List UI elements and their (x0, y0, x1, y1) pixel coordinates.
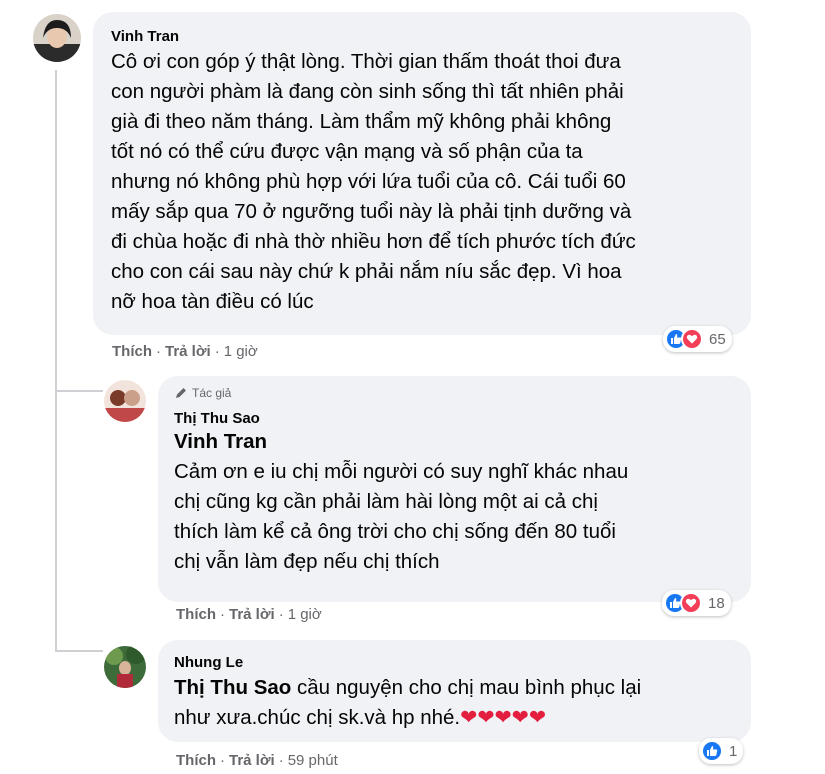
comment-line: con người phàm là đang còn sinh sống thì… (111, 80, 624, 103)
separator: · (278, 752, 284, 769)
avatar[interactable] (104, 646, 146, 688)
comment-line: mấy sắp qua 70 ở ngưỡng tuổi này là phải… (111, 200, 632, 223)
separator: · (220, 752, 225, 769)
comment-timestamp[interactable]: 59 phút (288, 752, 338, 769)
separator: · (278, 606, 284, 623)
comment-line-text: như xưa.chúc chị sk.và hp nhé. (174, 706, 461, 729)
comment-text: Cô ơi con góp ý thật lòng. Thời gian thấ… (111, 47, 733, 317)
comment-timestamp[interactable]: 1 giờ (288, 606, 322, 623)
mention-link[interactable]: Vinh Tran (174, 427, 735, 457)
separator: · (220, 606, 225, 623)
comment-line: cho con cái sau này chứ k phải nắm níu s… (111, 260, 622, 283)
love-reaction-icon (680, 592, 702, 614)
comment-line: thích làm kể cả ông trời cho chị sống đế… (174, 520, 616, 543)
reaction-count: 18 (708, 594, 725, 612)
author-badge: Tác giả (174, 386, 735, 400)
avatar[interactable] (104, 380, 146, 422)
heart-emojis: ❤❤❤❤❤ (460, 706, 547, 729)
like-button[interactable]: Thích (176, 606, 216, 623)
comment-actions: Thích · Trả lời · 1 giờ (112, 343, 258, 360)
comment-thread: Vinh Tran Cô ơi con góp ý thật lòng. Thờ… (0, 0, 825, 774)
comment-line: Cảm ơn e iu chị mỗi người có suy nghĩ kh… (174, 460, 629, 483)
comment-line: Thị Thu Sao cầu nguyện cho chị mau bình … (174, 673, 735, 703)
pencil-icon (176, 388, 186, 398)
reply-button[interactable]: Trả lời (165, 343, 211, 360)
comment-line: chị cũng kg cần phải làm hài lòng một ai… (174, 490, 598, 513)
comment-line: nỡ hoa tàn điều có lúc (111, 290, 314, 313)
comment-author[interactable]: Thị Thu Sao (174, 410, 735, 427)
avatar[interactable] (33, 14, 81, 62)
comment-line: già đi theo năm tháng. Làm thẩm mỹ không… (111, 110, 612, 133)
comment-author[interactable]: Nhung Le (174, 654, 735, 671)
like-button[interactable]: Thích (112, 343, 152, 360)
reply-button[interactable]: Trả lời (229, 752, 275, 769)
thread-connector-line (55, 70, 57, 650)
author-badge-label: Tác giả (192, 386, 232, 400)
comment-line: đi chùa hoặc đi nhà thờ nhiều hơn để tíc… (111, 230, 636, 253)
comment-line: nhưng nó không phù hợp với lứa tuổi của … (111, 170, 626, 193)
comment-timestamp[interactable]: 1 giờ (224, 343, 258, 360)
comment-line-rest: cầu nguyện cho chị mau bình phục lại (291, 676, 642, 699)
comment-bubble: Vinh Tran Cô ơi con góp ý thật lòng. Thờ… (93, 12, 751, 335)
reply-connector-line (55, 390, 103, 392)
comment-bubble: Nhung Le Thị Thu Sao cầu nguyện cho chị … (158, 640, 751, 742)
reaction-count: 65 (709, 330, 726, 348)
comment-line: chị vẫn làm đẹp nếu chị thích (174, 550, 440, 573)
love-reaction-icon (681, 328, 703, 350)
comment-text: Thị Thu Sao cầu nguyện cho chị mau bình … (174, 673, 735, 733)
reaction-count: 1 (729, 742, 738, 760)
comment-actions: Thích · Trả lời · 59 phút (176, 752, 338, 769)
reply-button[interactable]: Trả lời (229, 606, 275, 623)
like-button[interactable]: Thích (176, 752, 216, 769)
comment-author[interactable]: Vinh Tran (111, 28, 733, 45)
reply-connector-line (55, 650, 103, 652)
comment-text: Vinh Tran Cảm ơn e iu chị mỗi người có s… (174, 427, 735, 577)
separator: · (156, 343, 161, 360)
separator: · (214, 343, 220, 360)
reaction-summary[interactable]: 65 (663, 326, 732, 352)
reaction-summary[interactable]: 18 (662, 590, 731, 616)
comment-line: Cô ơi con góp ý thật lòng. Thời gian thấ… (111, 50, 621, 73)
mention-link[interactable]: Thị Thu Sao (174, 676, 291, 699)
comment-line: như xưa.chúc chị sk.và hp nhé.❤❤❤❤❤ (174, 703, 735, 733)
comment-bubble: Tác giả Thị Thu Sao Vinh Tran Cảm ơn e i… (158, 376, 751, 602)
comment-actions: Thích · Trả lời · 1 giờ (176, 606, 322, 623)
comment-line: tốt nó có thể cứu được vận mạng và số ph… (111, 140, 583, 163)
like-reaction-icon (701, 740, 723, 762)
reaction-summary[interactable]: 1 (699, 738, 744, 764)
